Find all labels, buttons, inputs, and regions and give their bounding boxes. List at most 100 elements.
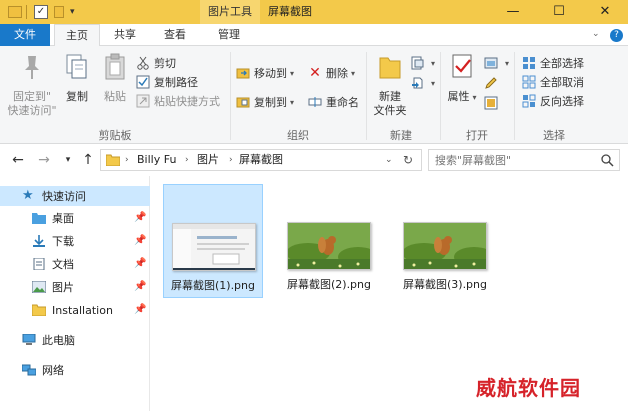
file-thumbnail	[172, 223, 256, 271]
screenshot-thumbnail-icon	[173, 224, 255, 270]
file-item[interactable]: 屏幕截图(3).png	[395, 184, 495, 298]
address-dropdown-icon[interactable]: ⌄	[385, 150, 393, 170]
cut-button[interactable]: 剪切	[136, 54, 176, 72]
scissors-icon	[137, 56, 149, 70]
qa-dropdown-icon[interactable]: ▾	[70, 4, 75, 20]
pin-icon[interactable]: 📌	[134, 212, 146, 223]
easy-access-button[interactable]: ▾	[410, 74, 435, 92]
pin-icon[interactable]: 📌	[134, 281, 146, 292]
copy-button[interactable]: 复制	[60, 52, 94, 104]
new-folder-icon[interactable]	[54, 4, 64, 20]
picture-icon	[32, 281, 46, 293]
edit-button[interactable]	[484, 74, 502, 92]
address-bar[interactable]: › Billy Fu › 图片 › 屏幕截图 ⌄ ↻	[100, 149, 422, 171]
copy-to-dropdown-icon: ▾	[290, 97, 295, 107]
tab-view[interactable]: 查看	[154, 24, 196, 46]
back-arrow-icon[interactable]: ←	[10, 152, 26, 168]
select-all-label: 全部选择	[540, 57, 584, 70]
new-folder-button[interactable]: 新建 文件夹	[370, 52, 410, 118]
new-item-dropdown-icon: ▾	[431, 58, 436, 68]
star-icon: ★	[22, 188, 34, 203]
nav-downloads[interactable]: 下载	[32, 231, 74, 251]
nav-installation[interactable]: Installation	[32, 300, 113, 320]
open-button[interactable]: ▾	[484, 54, 509, 72]
rename-icon	[308, 97, 322, 107]
edit-icon	[485, 77, 497, 89]
tab-manage[interactable]: 管理	[206, 24, 252, 46]
collapse-ribbon-icon[interactable]: ⌄	[592, 29, 600, 39]
file-item[interactable]: 屏幕截图(2).png	[279, 184, 379, 298]
invert-selection-button[interactable]: 反向选择	[522, 92, 584, 110]
quick-access-toolbar	[26, 4, 27, 20]
rename-button[interactable]: 重命名	[308, 93, 359, 111]
breadcrumb-screenshots[interactable]: 屏幕截图	[239, 150, 283, 170]
delete-dropdown-icon: ▾	[351, 68, 356, 78]
recent-locations-icon[interactable]: ▾	[60, 152, 76, 168]
history-icon	[484, 96, 498, 110]
organize-group-label: 组织	[287, 129, 309, 142]
nav-pictures[interactable]: 图片	[32, 277, 74, 297]
paste-shortcut-icon	[136, 94, 150, 108]
tab-home[interactable]: 主页	[54, 24, 100, 47]
properties-dropdown-icon: ▾	[472, 93, 477, 102]
nav-downloads-label: 下载	[52, 235, 74, 248]
search-box[interactable]	[428, 149, 620, 171]
refresh-icon[interactable]: ↻	[403, 150, 413, 170]
copy-label: 复制	[66, 90, 88, 103]
pin-icon[interactable]: 📌	[134, 235, 146, 246]
file-item[interactable]: 屏幕截图(1).png	[163, 184, 263, 298]
up-arrow-icon[interactable]: ↑	[80, 152, 96, 168]
pin-quick-access-button[interactable]: 固定到" 快速访问"	[6, 52, 58, 118]
new-group-label: 新建	[390, 129, 412, 142]
move-to-button[interactable]: 移动到 ▾	[236, 64, 294, 82]
paste-button[interactable]: 粘贴	[98, 52, 132, 104]
nav-documents[interactable]: 文档	[32, 254, 74, 274]
select-none-button[interactable]: 全部取消	[522, 73, 584, 91]
clipboard-icon	[105, 53, 125, 80]
tab-share[interactable]: 共享	[104, 24, 146, 46]
folder-icon	[32, 304, 46, 316]
properties-button[interactable]: 属性 ▾	[444, 52, 480, 105]
nav-network[interactable]: 网络	[22, 360, 64, 380]
nav-this-pc[interactable]: 此电脑	[22, 330, 75, 350]
search-input[interactable]	[435, 152, 595, 168]
copy-path-button[interactable]: 复制路径	[136, 73, 198, 91]
pin-icon[interactable]: 📌	[134, 304, 146, 315]
nav-desktop-label: 桌面	[52, 212, 74, 225]
close-button[interactable]: ✕	[582, 0, 628, 24]
maximize-button[interactable]: ☐	[536, 0, 582, 24]
pin-quick-access-label: 固定到" 快速访问"	[7, 90, 57, 117]
file-name: 屏幕截图(2).png	[286, 278, 371, 291]
invert-selection-icon	[522, 94, 536, 108]
paste-shortcut-button[interactable]: 粘贴快捷方式	[136, 92, 220, 110]
properties-icon	[452, 54, 472, 78]
copy-to-icon	[236, 97, 250, 108]
nav-desktop[interactable]: 桌面	[32, 208, 74, 228]
move-to-icon	[236, 68, 250, 79]
select-none-label: 全部取消	[540, 76, 584, 89]
tab-file[interactable]: 文件	[0, 24, 50, 46]
copy-path-icon	[136, 75, 150, 89]
new-folder-label: 新建 文件夹	[373, 90, 407, 117]
document-icon	[33, 258, 45, 270]
copy-to-button[interactable]: 复制到 ▾	[236, 93, 294, 111]
minimize-button[interactable]: —	[490, 0, 536, 24]
nav-quick-access[interactable]: ★ 快速访问	[0, 186, 150, 206]
breadcrumb-pictures[interactable]: 图片	[197, 150, 219, 170]
pin-icon[interactable]: 📌	[134, 258, 146, 269]
new-item-button[interactable]: ▾	[410, 54, 435, 72]
forward-arrow-icon[interactable]: →	[36, 152, 52, 168]
history-button[interactable]	[484, 94, 502, 112]
delete-button[interactable]: ✕ 删除 ▾	[308, 64, 355, 82]
checkmark-icon[interactable]: ✓	[34, 4, 48, 20]
picture-tools-tab[interactable]: 图片工具	[200, 0, 260, 24]
select-all-button[interactable]: 全部选择	[522, 54, 584, 72]
ribbon-tabs: 文件 主页 共享 查看 管理 ⌄ ?	[0, 24, 628, 47]
breadcrumb-billy-fu[interactable]: Billy Fu	[137, 150, 176, 170]
squirrel-thumbnail-icon	[404, 223, 486, 269]
delete-icon: ✕	[309, 65, 321, 81]
help-icon[interactable]: ?	[610, 29, 623, 42]
nav-network-label: 网络	[42, 364, 64, 377]
copy-path-label: 复制路径	[154, 76, 198, 89]
ribbon: 固定到" 快速访问" 复制 粘贴 剪切 复制路径 粘贴快捷方式 剪贴板 移动到 …	[0, 46, 628, 144]
